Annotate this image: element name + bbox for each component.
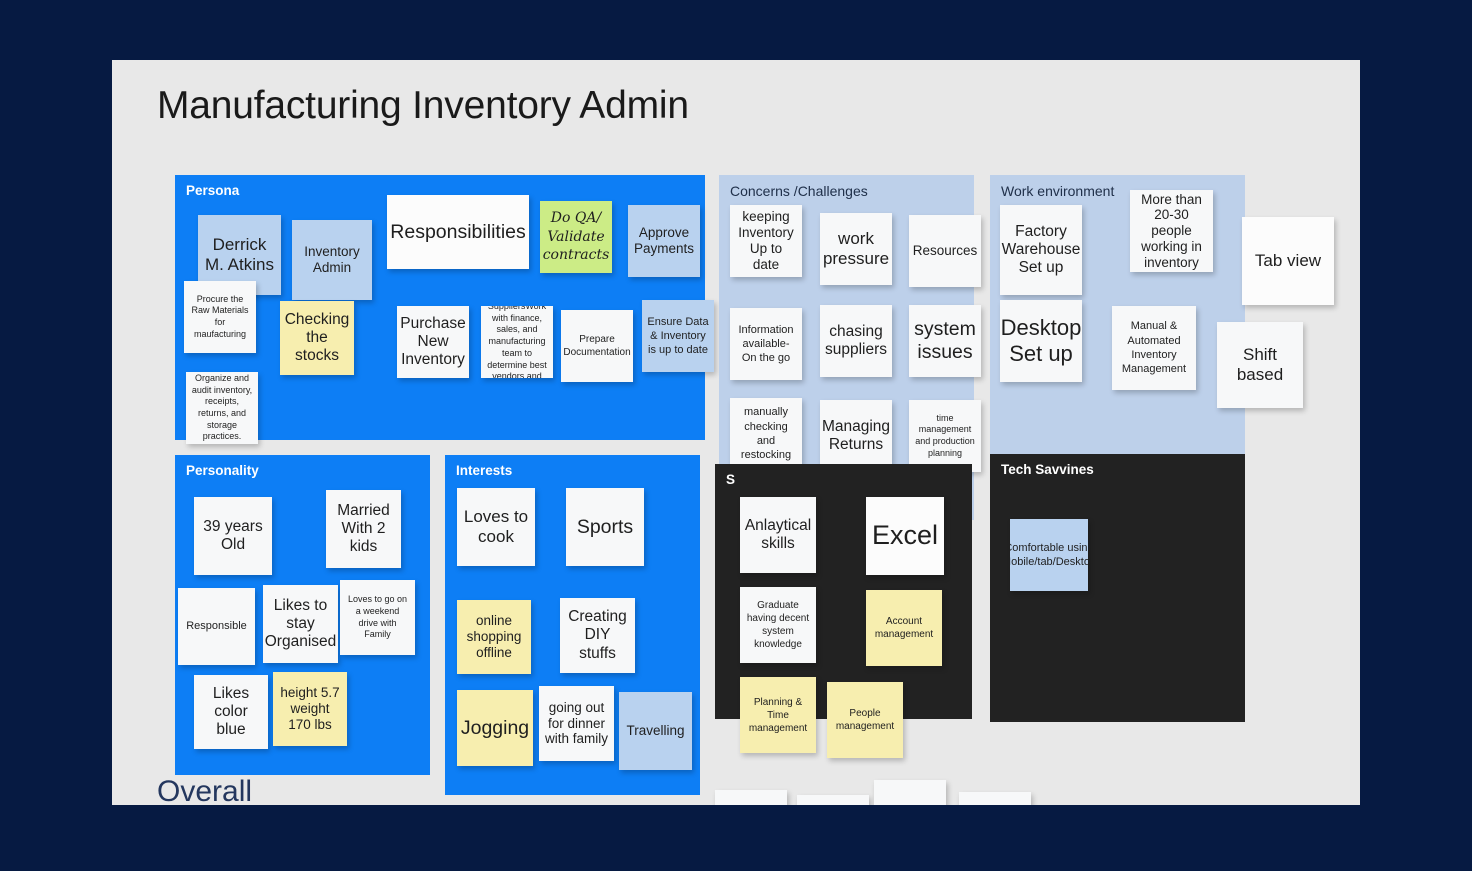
- note-work-pressure[interactable]: work pressure: [820, 213, 892, 285]
- note-persona-role[interactable]: Inventory Admin: [292, 220, 372, 300]
- note-loves-weekend-drive[interactable]: Loves to go on a weekend drive with Fami…: [340, 580, 415, 655]
- panel-personality-label: Personality: [186, 463, 259, 478]
- note-evaluate-suppliers[interactable]: Evaluate SuppliersWork with finance, sal…: [481, 306, 553, 378]
- note-desktop-setup[interactable]: Desktop Set up: [1000, 300, 1082, 382]
- panel-persona-label: Persona: [186, 183, 240, 198]
- note-more-than-20-30-people[interactable]: More than 20-30 people working in invent…: [1130, 190, 1213, 272]
- note-account-management[interactable]: Account management: [866, 590, 942, 666]
- note-factory-warehouse-setup[interactable]: Factory Warehouse Set up: [1000, 205, 1082, 295]
- note-prepare-documentation[interactable]: Prepare Documentation: [561, 310, 633, 382]
- note-married-with-2-kids[interactable]: Married With 2 kids: [326, 490, 401, 568]
- panel-work-environment-label: Work environment: [1001, 183, 1115, 199]
- note-people-management[interactable]: People management: [827, 682, 903, 758]
- note-jogging[interactable]: Jogging: [457, 690, 533, 766]
- panel-tech-savvines-label: Tech Savvines: [1001, 462, 1094, 477]
- note-manual-automated-inventory[interactable]: Manual & Automated Inventory Management: [1112, 306, 1196, 390]
- note-bottom-partial-prioritizing[interactable]: Prioritizing: [797, 795, 869, 805]
- note-responsibilities[interactable]: Responsibilities: [387, 195, 529, 269]
- note-bottom-partial-creating-accurate[interactable]: Creating Accurate: [874, 780, 946, 805]
- note-shift-based[interactable]: Shift based: [1217, 322, 1303, 408]
- note-responsible[interactable]: Responsible: [178, 588, 255, 665]
- note-39-years-old[interactable]: 39 years Old: [194, 497, 272, 575]
- note-chasing-suppliers[interactable]: chasing suppliers: [820, 305, 892, 377]
- note-bottom-partial-1[interactable]: [715, 790, 787, 805]
- note-manually-checking-restocking[interactable]: manually checking and restocking: [730, 398, 802, 470]
- page-title: Manufacturing Inventory Admin: [157, 84, 689, 127]
- note-system-issues[interactable]: system issues: [909, 305, 981, 377]
- note-online-shopping-offline[interactable]: online shopping offline: [457, 600, 531, 674]
- note-comfortable-using-devices[interactable]: Comfortable using Mobile/tab/Desktop: [1010, 519, 1088, 591]
- note-excel[interactable]: Excel: [866, 497, 944, 575]
- note-purchase-new-inventory[interactable]: Purchase New Inventory: [397, 306, 469, 378]
- note-approve-payments[interactable]: Approve Payments: [628, 205, 700, 277]
- note-resources[interactable]: Resources: [909, 215, 981, 287]
- panel-concerns-label: Concerns /Challenges: [730, 183, 868, 199]
- note-keeping-inventory-up-to-date[interactable]: keeping Inventory Up to date: [730, 205, 802, 277]
- note-do-qa-validate-contracts[interactable]: Do QA/ Validate contracts: [540, 201, 612, 273]
- note-analytical-skills[interactable]: Anlaytical skills: [740, 497, 816, 573]
- note-checking-stocks[interactable]: Checking the stocks: [280, 301, 354, 375]
- note-loves-to-cook[interactable]: Loves to cook: [457, 488, 535, 566]
- note-likes-to-stay-organised[interactable]: Likes to stay Organised: [263, 585, 338, 663]
- note-ensure-data-inventory[interactable]: Ensure Data & Inventory is up to date: [642, 300, 714, 372]
- board-canvas: Manufacturing Inventory Admin Persona De…: [112, 60, 1360, 805]
- note-time-management-production[interactable]: time management and production planning: [909, 400, 981, 472]
- note-creating-diy-stuffs[interactable]: Creating DIY stuffs: [560, 598, 635, 673]
- note-graduate-system-knowledge[interactable]: Graduate having decent system knowledge: [740, 587, 816, 663]
- panel-skills-label: S: [726, 472, 736, 487]
- panel-interests-label: Interests: [456, 463, 513, 478]
- note-managing-returns[interactable]: Managing Returns: [820, 400, 892, 472]
- cut-off-heading: Overall: [157, 775, 253, 805]
- note-tab-view[interactable]: Tab view: [1242, 217, 1334, 305]
- note-bottom-partial-managing[interactable]: Managing: [959, 792, 1031, 805]
- note-travelling[interactable]: Travelling: [619, 692, 692, 770]
- note-sports[interactable]: Sports: [566, 488, 644, 566]
- note-information-available[interactable]: Information available- On the go: [730, 308, 802, 380]
- note-procure-raw-materials[interactable]: Procure the Raw Materials for maufacturi…: [184, 281, 256, 353]
- note-height-weight[interactable]: height 5.7 weight 170 lbs: [273, 672, 347, 746]
- note-organize-audit-inventory[interactable]: Organize and audit inventory, receipts, …: [186, 372, 258, 444]
- note-planning-time-management[interactable]: Planning & Time management: [740, 677, 816, 753]
- note-going-out-for-dinner[interactable]: going out for dinner with family: [539, 686, 614, 761]
- note-likes-color-blue[interactable]: Likes color blue: [194, 675, 268, 749]
